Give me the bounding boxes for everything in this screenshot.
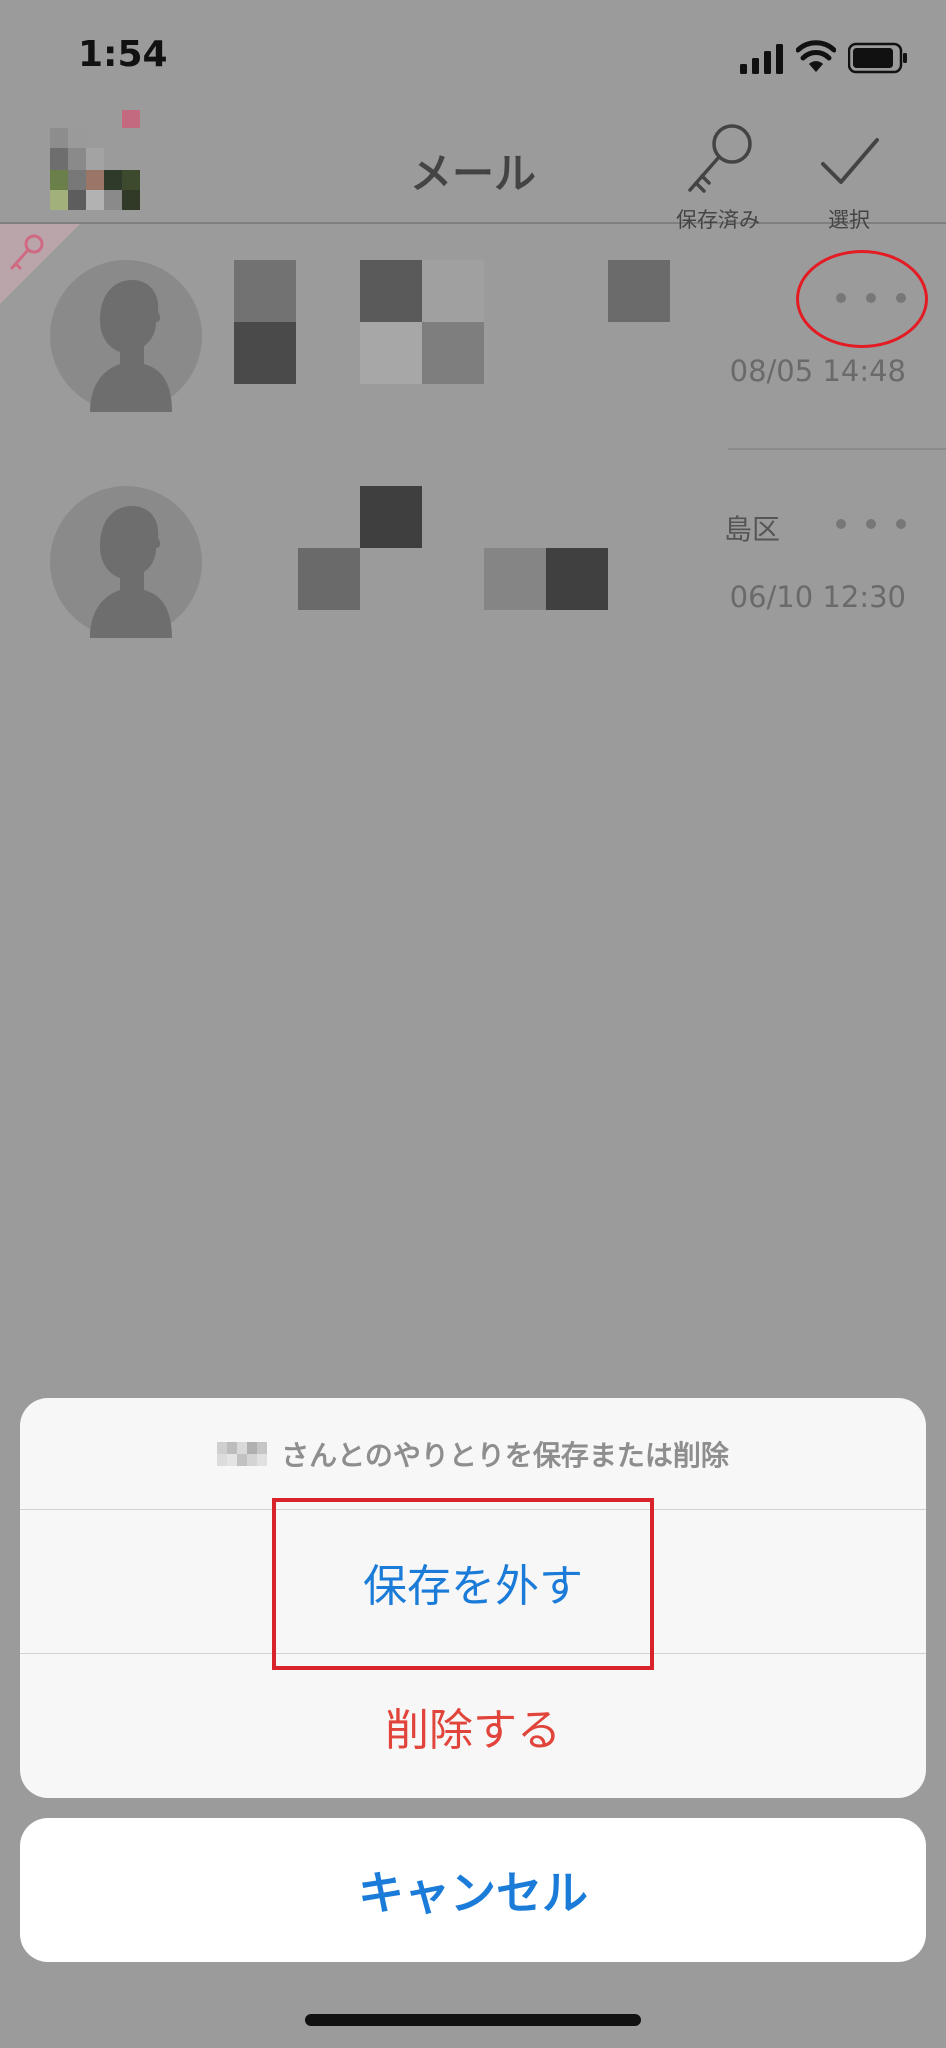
blurred-sender-name — [234, 260, 670, 384]
wifi-icon — [796, 40, 836, 72]
blurred-sender-name — [298, 486, 608, 610]
mail-row[interactable]: 島区 06/10 12:30 — [0, 450, 946, 676]
annotation-circle — [796, 250, 928, 348]
action-sheet-message: さんとのやりとりを保存または削除 — [20, 1398, 926, 1510]
more-dot — [866, 519, 876, 529]
battery-icon — [848, 42, 907, 74]
status-bar: 1:54 — [0, 0, 946, 110]
home-indicator[interactable] — [305, 2014, 641, 2026]
saved-button[interactable]: 保存済み — [663, 118, 773, 232]
checkmark-icon — [821, 138, 879, 184]
mail-row[interactable]: 08/05 14:48 — [0, 224, 946, 450]
nav-bar: メール 保存済み 選択 — [0, 110, 946, 232]
cancel-button[interactable]: キャンセル — [20, 1818, 926, 1962]
mail-date: 06/10 12:30 — [729, 580, 906, 614]
signal-icon — [740, 44, 783, 74]
blurred-user-name — [217, 1441, 268, 1466]
more-options-button[interactable] — [826, 504, 916, 544]
more-dot — [896, 519, 906, 529]
avatar — [50, 486, 202, 638]
annotation-highlight-box — [272, 1498, 654, 1670]
avatar — [50, 260, 202, 412]
more-dot — [836, 519, 846, 529]
status-time: 1:54 — [78, 34, 168, 75]
mail-location: 島区 — [724, 513, 781, 546]
key-icon — [688, 124, 752, 193]
select-button[interactable]: 選択 — [794, 118, 904, 232]
delete-button[interactable]: 削除する — [20, 1654, 926, 1798]
mail-date: 08/05 14:48 — [729, 354, 906, 388]
action-sheet-message-text: さんとのやりとりを保存または削除 — [281, 1438, 729, 1472]
